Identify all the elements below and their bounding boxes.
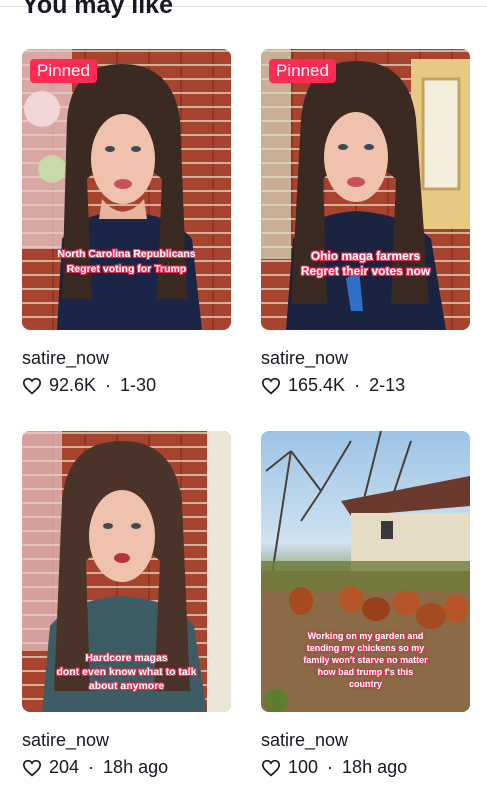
username[interactable]: satire_now	[261, 730, 348, 751]
video-stats: 100 · 18h ago	[261, 757, 407, 778]
username[interactable]: satire_now	[22, 348, 109, 369]
post-date: 1-30	[120, 375, 157, 395]
video-caption: North Carolina Republicans Regret voting…	[22, 247, 231, 277]
video-thumbnail[interactable]: Working on my garden and tending my chic…	[261, 431, 470, 712]
heart-outline-icon	[261, 377, 281, 394]
username[interactable]: satire_now	[261, 348, 348, 369]
video-caption: Ohio maga farmers Regret their votes now	[261, 249, 470, 279]
thumbnail-illustration	[261, 49, 470, 330]
video-card[interactable]: Pinned Ohio maga farmers Regret their vo…	[261, 49, 470, 395]
separator-dot: ·	[88, 757, 95, 777]
caption-line: North Carolina Republicans	[57, 248, 196, 260]
username[interactable]: satire_now	[22, 730, 109, 751]
like-count: 100	[288, 757, 319, 777]
video-thumbnail[interactable]: Hardcore magas dont even know what to ta…	[22, 431, 231, 712]
caption-line: family won't starve no matter	[303, 655, 428, 665]
caption-line: Regret their votes now	[300, 264, 431, 278]
caption-line: dont even know what to talk	[56, 666, 197, 678]
like-count: 204	[49, 757, 80, 777]
caption-line: Working on my garden and	[307, 631, 424, 641]
separator-dot: ·	[354, 375, 361, 395]
video-thumbnail[interactable]: Pinned North Carolina Republicans Regret…	[22, 49, 231, 330]
post-date: 18h ago	[342, 757, 408, 777]
video-caption: Hardcore magas dont even know what to ta…	[22, 651, 231, 693]
video-stats: 204 · 18h ago	[22, 757, 168, 778]
section-title: You may like	[22, 0, 173, 19]
caption-line: about anymore	[88, 680, 165, 692]
video-stats: 92.6K · 1-30	[22, 375, 156, 396]
caption-line: Hardcore magas	[85, 652, 168, 664]
caption-line: tending my chickens so my	[306, 643, 425, 653]
heart-outline-icon	[261, 759, 281, 776]
pinned-badge: Pinned	[30, 59, 97, 83]
video-thumbnail[interactable]: Pinned Ohio maga farmers Regret their vo…	[261, 49, 470, 330]
video-card[interactable]: Working on my garden and tending my chic…	[261, 431, 470, 777]
thumbnail-illustration	[22, 49, 202, 330]
video-card[interactable]: Hardcore magas dont even know what to ta…	[22, 431, 231, 777]
caption-line: Regret voting for Trump	[66, 263, 187, 275]
like-count: 165.4K	[288, 375, 346, 395]
video-card[interactable]: Pinned North Carolina Republicans Regret…	[22, 49, 231, 395]
pinned-badge: Pinned	[269, 59, 336, 83]
caption-line: country	[348, 679, 382, 689]
video-caption: Working on my garden and tending my chic…	[261, 630, 470, 690]
post-date: 18h ago	[103, 757, 169, 777]
like-count: 92.6K	[49, 375, 97, 395]
video-stats: 165.4K · 2-13	[261, 375, 405, 396]
heart-outline-icon	[22, 377, 42, 394]
caption-line: how bad trump f's this	[317, 667, 414, 677]
heart-outline-icon	[22, 759, 42, 776]
post-date: 2-13	[369, 375, 406, 395]
separator-dot: ·	[327, 757, 334, 777]
caption-line: Ohio maga farmers	[310, 249, 421, 263]
separator-dot: ·	[105, 375, 112, 395]
